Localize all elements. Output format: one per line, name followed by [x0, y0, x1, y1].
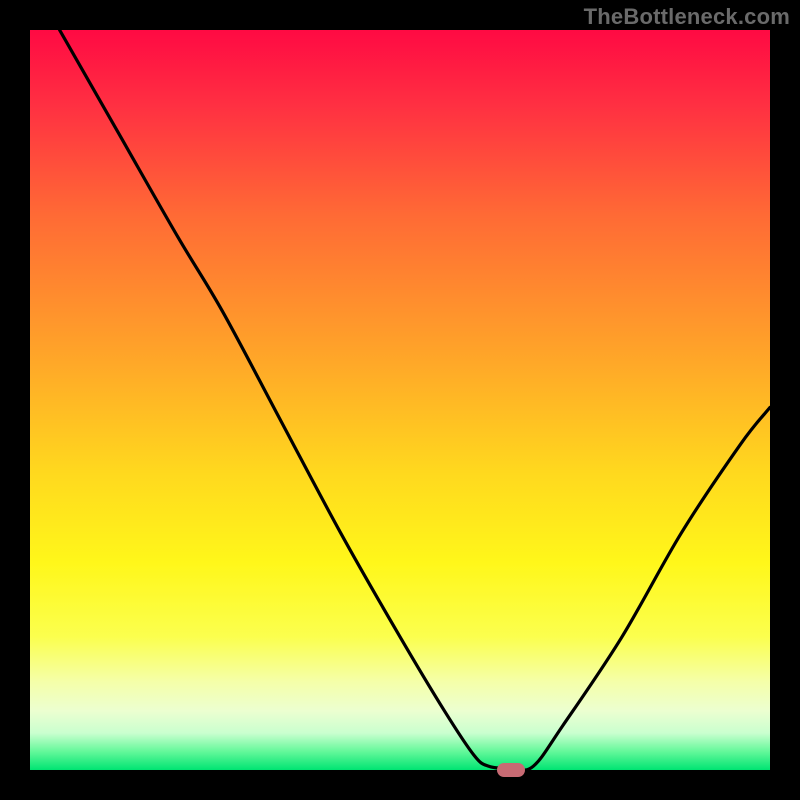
- minimum-marker: [497, 763, 525, 777]
- watermark-text: TheBottleneck.com: [584, 4, 790, 30]
- bottleneck-curve: [30, 30, 770, 770]
- plot-area: [30, 30, 770, 770]
- chart-frame: TheBottleneck.com: [0, 0, 800, 800]
